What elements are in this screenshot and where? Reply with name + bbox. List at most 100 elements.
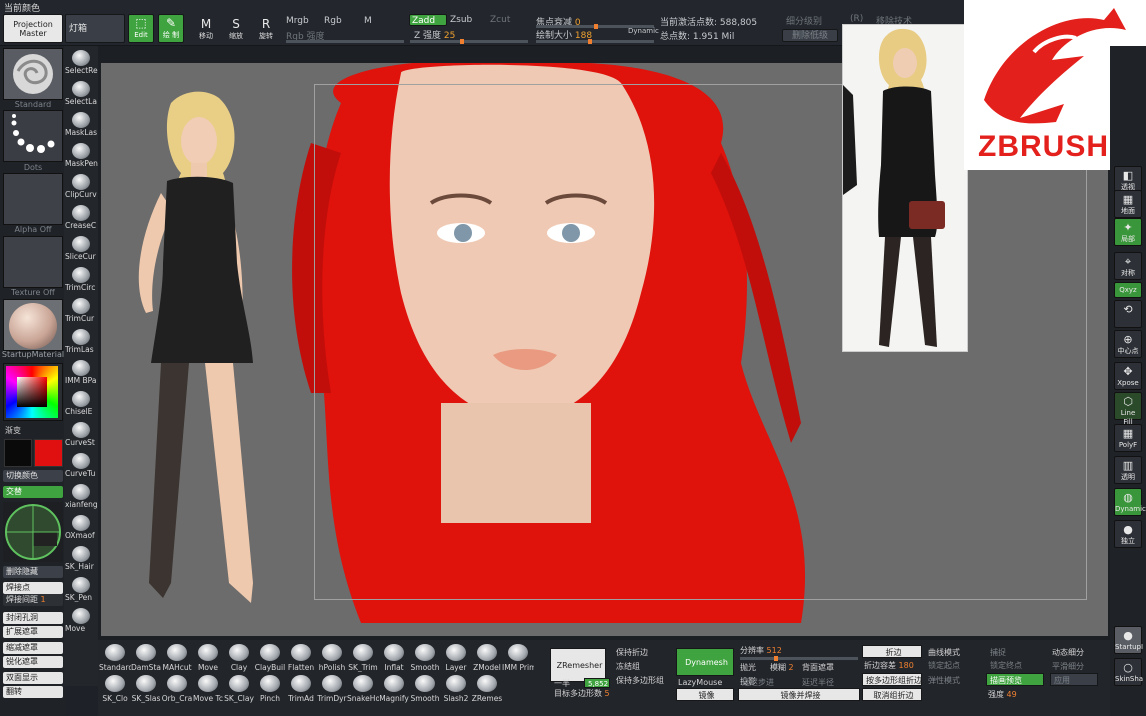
move-button[interactable]: M 移动	[194, 14, 218, 44]
scale-button[interactable]: S 缩放	[224, 14, 248, 44]
smooth-subdiv-slider[interactable]: 平滑细分	[1052, 661, 1084, 672]
back-mask-toggle[interactable]: 背面遮罩	[802, 662, 834, 673]
stroke-selector[interactable]	[3, 110, 63, 162]
main-color-swatch[interactable]	[34, 439, 63, 467]
bottom-brush-item[interactable]: Smooth	[410, 673, 440, 703]
material-selector[interactable]	[3, 299, 63, 351]
brush-shelf-item[interactable]: xianfeng	[64, 482, 98, 510]
zcut-button[interactable]: Zcut	[490, 15, 510, 25]
mirror-weld-button[interactable]: 镜像并焊接	[738, 688, 860, 701]
mirror-button[interactable]: 镜像	[676, 688, 734, 701]
z-intensity-track[interactable]	[410, 39, 528, 44]
brush-shelf-item[interactable]: MaskPen	[64, 141, 98, 169]
rgb-intensity-track[interactable]	[286, 40, 404, 43]
brush-shelf-item[interactable]: CurveTu	[64, 451, 98, 479]
lock-end-toggle[interactable]: 锁定终点	[990, 660, 1022, 671]
paint-preview-button[interactable]: 描画预览	[986, 673, 1044, 686]
weld-points-button[interactable]: 焊接点	[3, 582, 63, 594]
menu-current-color[interactable]: 当前颜色	[4, 1, 40, 14]
zadd-button[interactable]: Zadd	[409, 14, 447, 26]
brush-shelf-item[interactable]: TrimCirc	[64, 265, 98, 293]
lazy-radius-slider[interactable]: 延迟半径	[802, 677, 834, 688]
alternate-button[interactable]: 交替	[3, 486, 63, 498]
lazy-step-slider[interactable]: 延迟步进	[742, 677, 774, 688]
bottom-brush-item[interactable]: Clay	[224, 642, 254, 672]
solo-button[interactable]: ● 独立	[1114, 520, 1142, 548]
symmetry-button[interactable]: ⌖ 对称	[1114, 252, 1142, 280]
bottom-brush-item[interactable]: SK_Clo	[100, 673, 130, 703]
delete-hidden-button[interactable]: 删除隐藏	[3, 566, 63, 578]
bottom-brush-item[interactable]: SnakeHo	[347, 673, 379, 703]
zsub-button[interactable]: Zsub	[450, 15, 472, 25]
brush-shelf-item[interactable]: CreaseC	[64, 203, 98, 231]
brush-shelf-item[interactable]: SK_Pen	[64, 575, 98, 603]
bottom-brush-item[interactable]: Move	[193, 642, 223, 672]
transparent-button[interactable]: ▥ 透明	[1114, 456, 1142, 484]
bottom-brush-item[interactable]: IMM Prim	[502, 642, 534, 672]
color-picker[interactable]	[3, 363, 63, 421]
subdiv-level-slider[interactable]: 细分级别	[786, 14, 822, 27]
brush-shelf-item[interactable]: MaskLas	[64, 110, 98, 138]
resolution-slider[interactable]: 分辨率 512	[740, 645, 782, 656]
brush-shelf-item[interactable]: ClipCurv	[64, 172, 98, 200]
bottom-brush-item[interactable]: Slash2	[441, 673, 471, 703]
bottom-brush-item[interactable]: SK_Trim	[348, 642, 378, 672]
target-poly-slider[interactable]: 目标多边形数 5	[554, 688, 610, 699]
apply-button[interactable]: 应用	[1050, 673, 1098, 686]
lightbox-button[interactable]: 灯箱	[65, 14, 125, 43]
alpha-selector[interactable]	[3, 173, 63, 225]
crease-tolerance-slider[interactable]: 折边容差 180	[864, 660, 914, 671]
bottom-brush-item[interactable]: ZRemes	[472, 673, 502, 703]
brush-shelf-item[interactable]: OXmaof	[64, 513, 98, 541]
brush-shelf-item[interactable]: SelectRe	[64, 48, 98, 76]
snap-toggle[interactable]: 捕捉	[990, 647, 1006, 658]
brush-shelf-item[interactable]: SK_Hair	[64, 544, 98, 572]
keep-creases-toggle[interactable]: 保持折边	[616, 647, 648, 658]
startup-material-button[interactable]: ● StartupI	[1114, 626, 1143, 654]
texture-selector[interactable]	[3, 236, 63, 288]
switch-color-button[interactable]: 切换颜色	[3, 470, 63, 482]
brush-shelf-item[interactable]: CurveSt	[64, 420, 98, 448]
uncrease-all-button[interactable]: 取消组折边	[862, 688, 922, 701]
bottom-brush-item[interactable]: DamSta	[131, 642, 161, 672]
brush-shelf-item[interactable]: ChiselE	[64, 389, 98, 417]
intensity-slider[interactable]: 强度 49	[988, 689, 1017, 700]
bottom-brush-item[interactable]: Pinch	[255, 673, 285, 703]
bottom-brush-item[interactable]: ZModel	[472, 642, 502, 672]
close-holes-button[interactable]: 封闭孔洞	[3, 612, 63, 624]
bottom-brush-item[interactable]: hPolish	[317, 642, 347, 672]
edit-button[interactable]: ⬚ Edit	[128, 14, 154, 43]
resolution-track[interactable]	[740, 656, 858, 661]
bottom-brush-item[interactable]: ClayBuil	[255, 642, 285, 672]
center-point-button[interactable]: ⊕ 中心点	[1114, 330, 1142, 358]
bottom-brush-item[interactable]: Orb_Cra	[162, 673, 192, 703]
rotate-button[interactable]: R 旋转	[254, 14, 278, 44]
bottom-brush-item[interactable]: TrimDyr	[317, 673, 347, 703]
xpose-button[interactable]: ✥ Xpose	[1114, 362, 1142, 390]
local-button[interactable]: ✦ 局部	[1114, 218, 1142, 246]
skinshade-button[interactable]: ○ SkinSha	[1114, 658, 1143, 686]
dynamic-subdiv-toggle[interactable]: 动态细分	[1052, 647, 1084, 658]
brush-shelf-item[interactable]: SliceCur	[64, 234, 98, 262]
sharpen-mask-button[interactable]: 锐化遮罩	[3, 656, 63, 668]
navigation-widget[interactable]	[3, 502, 63, 562]
half-value[interactable]: 5,852	[584, 678, 610, 688]
floor-button[interactable]: ▦ 地面	[1114, 190, 1142, 218]
rgb-toggle[interactable]: Rgb	[324, 16, 342, 26]
bottom-brush-item[interactable]: Smooth	[410, 642, 440, 672]
secondary-color-swatch[interactable]	[4, 439, 32, 467]
crease-button[interactable]: 折边	[862, 645, 922, 658]
lock-start-toggle[interactable]: 锁定起点	[928, 660, 960, 671]
dynamesh-button[interactable]: Dynamesh	[676, 648, 734, 676]
bottom-brush-item[interactable]: Inflat	[379, 642, 409, 672]
line-fill-button[interactable]: ⬡ Line Fill	[1114, 392, 1142, 426]
bottom-brush-item[interactable]: SK_Slas	[131, 673, 161, 703]
bottom-brush-item[interactable]: Move Tc	[193, 673, 223, 703]
keep-polygroups-toggle[interactable]: 保持多边形组	[616, 675, 664, 686]
mrgb-toggle[interactable]: Mrgb	[286, 16, 309, 26]
brush-shelf-item[interactable]: TrimLas	[64, 327, 98, 355]
lazymouse-toggle[interactable]: LazyMouse	[678, 678, 722, 687]
brush-selector[interactable]	[3, 48, 63, 100]
brush-shelf-item[interactable]: IMM BPa	[64, 358, 98, 386]
zremesher-button[interactable]: ZRemesher	[550, 648, 606, 682]
